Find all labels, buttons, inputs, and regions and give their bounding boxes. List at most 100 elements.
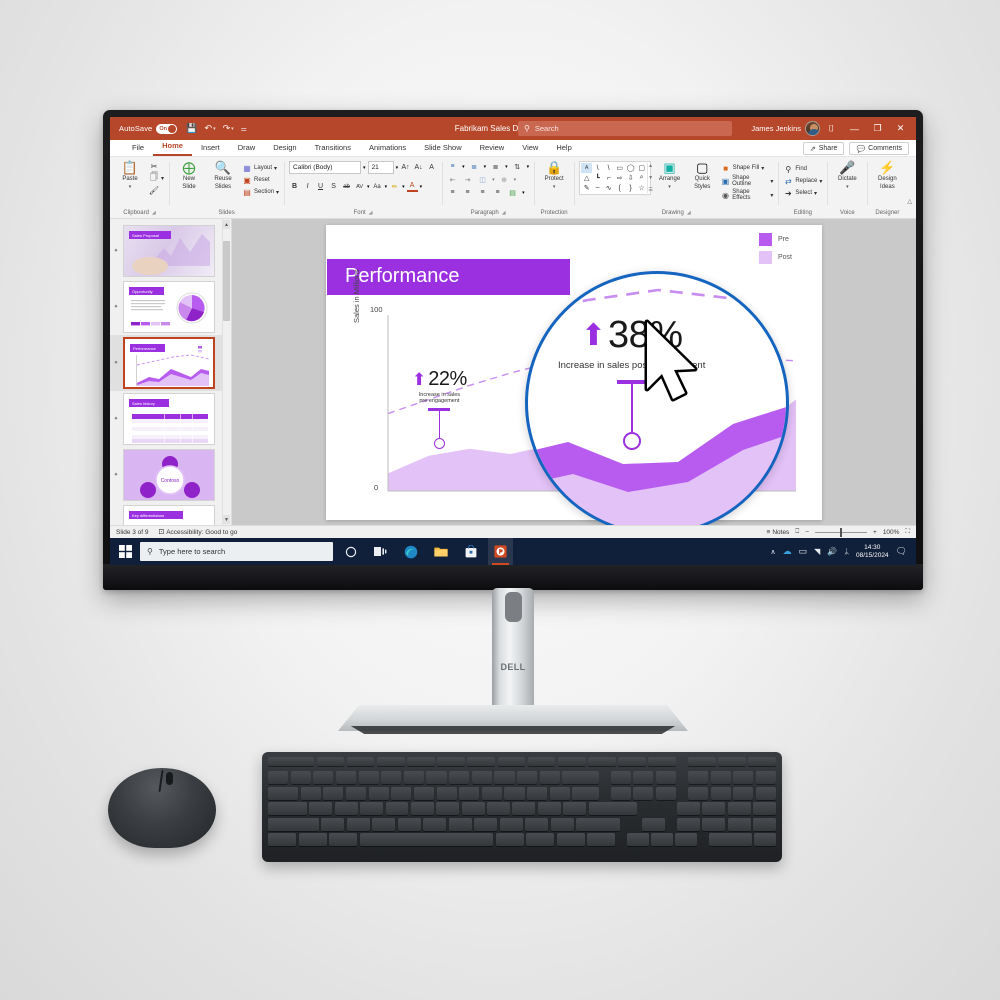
tab-view[interactable]: View bbox=[513, 142, 547, 156]
search-input[interactable]: ⚲ Search bbox=[518, 121, 732, 136]
reuse-slides-button[interactable]: 🔍 Reuse Slides bbox=[208, 161, 238, 191]
change-case-caret[interactable]: ▾ bbox=[385, 184, 388, 190]
keyboard-key[interactable] bbox=[495, 833, 524, 846]
paragraph-dialog-launcher[interactable]: ◢ bbox=[502, 210, 506, 216]
columns-icon[interactable]: ◫ bbox=[477, 174, 488, 185]
convert-to-smartart-icon[interactable]: ▤ bbox=[507, 187, 518, 198]
tab-home[interactable]: Home bbox=[153, 140, 192, 156]
keyboard-key[interactable] bbox=[755, 771, 777, 784]
keyboard-key[interactable] bbox=[410, 802, 434, 815]
shape-gallery-item[interactable]: ⇨ bbox=[614, 173, 625, 183]
keyboard-key[interactable] bbox=[633, 786, 654, 800]
tab-help[interactable]: Help bbox=[547, 142, 580, 156]
keyboard-key[interactable] bbox=[494, 771, 515, 784]
keyboard-key[interactable] bbox=[298, 833, 327, 846]
dictate-button[interactable]: 🎤 Dictate ▾ bbox=[832, 161, 862, 191]
zoom-out-button[interactable]: − bbox=[805, 529, 809, 536]
keyboard-key[interactable] bbox=[539, 771, 560, 784]
keyboard-key[interactable] bbox=[588, 802, 637, 815]
keyboard-key[interactable] bbox=[268, 757, 315, 766]
close-button[interactable]: ✕ bbox=[889, 117, 912, 140]
tab-file[interactable]: File bbox=[123, 142, 153, 156]
keyboard-key[interactable] bbox=[268, 771, 289, 784]
paste-caret[interactable]: ▾ bbox=[129, 184, 132, 190]
keyboard-key[interactable] bbox=[471, 771, 492, 784]
text-shadow-button[interactable]: S bbox=[328, 181, 339, 192]
layout-button[interactable]: ▦ Layout ▾ bbox=[242, 163, 279, 173]
keyboard-key[interactable] bbox=[688, 771, 709, 784]
keyboard-key[interactable] bbox=[372, 817, 396, 831]
keyboard-key[interactable] bbox=[459, 786, 480, 800]
powerpoint-icon[interactable] bbox=[488, 538, 513, 565]
keyboard-key[interactable] bbox=[481, 786, 502, 800]
change-case-button[interactable]: Aa bbox=[372, 181, 383, 192]
keyboard-key[interactable] bbox=[345, 786, 367, 800]
font-size-input[interactable]: 21 bbox=[367, 161, 394, 174]
shapes-gallery[interactable]: A \ \ ▭ ◯ ▢ △ ┗ ⌐ ⇨ ⇩ ⌕ ✎ ⌢ ∿{} ☆ ▲ ▼ ☰ bbox=[579, 161, 653, 195]
shape-gallery-item[interactable]: \ bbox=[592, 163, 603, 173]
customize-qat-icon[interactable]: ⚌ bbox=[241, 125, 247, 133]
keyboard-key[interactable] bbox=[397, 817, 421, 831]
font-color-caret[interactable]: ▾ bbox=[420, 184, 423, 190]
keyboard-key[interactable] bbox=[385, 802, 409, 815]
slide-thumbnail-3[interactable]: ✷ Performance bbox=[110, 335, 231, 391]
align-text-icon[interactable]: ⊕ bbox=[499, 174, 510, 185]
action-center-icon[interactable]: 🗨 bbox=[896, 546, 907, 557]
keyboard-key[interactable] bbox=[334, 802, 358, 815]
decrease-indent-icon[interactable]: ⇤ bbox=[447, 174, 458, 185]
edge-icon[interactable] bbox=[398, 538, 423, 565]
scroll-down-icon[interactable]: ▼ bbox=[223, 515, 230, 524]
keyboard-key[interactable] bbox=[504, 786, 525, 800]
keyboard-key[interactable] bbox=[675, 833, 697, 846]
slide-thumbnail-4[interactable]: ✷ Sales history bbox=[110, 391, 231, 447]
taskbar-search-input[interactable]: ⚲ Type here to search bbox=[140, 542, 333, 561]
font-name-caret[interactable]: ▾ bbox=[363, 165, 366, 171]
keyboard-key[interactable] bbox=[329, 833, 358, 846]
shape-gallery-item[interactable]: ┗ bbox=[592, 173, 603, 183]
keyboard-key[interactable] bbox=[550, 817, 574, 831]
shape-fill-button[interactable]: ■ Shape Fill ▾ bbox=[721, 163, 774, 173]
keyboard-key[interactable] bbox=[461, 802, 485, 815]
increase-font-size-button[interactable]: A↑ bbox=[400, 162, 411, 173]
keyboard-key[interactable] bbox=[753, 802, 777, 815]
align-left-icon[interactable]: ≡ bbox=[447, 187, 458, 198]
shape-gallery-item[interactable]: ⌕ bbox=[636, 173, 647, 183]
shape-gallery-item[interactable]: ▭ bbox=[614, 163, 625, 173]
align-center-icon[interactable]: ≡ bbox=[462, 187, 473, 198]
keyboard[interactable] bbox=[262, 752, 782, 862]
shapes-gallery-scroll[interactable]: ▲ ▼ ☰ bbox=[647, 163, 653, 193]
keyboard-key[interactable] bbox=[413, 786, 435, 800]
text-direction-icon[interactable]: ⇅ bbox=[512, 161, 523, 172]
keyboard-key[interactable] bbox=[368, 786, 389, 800]
shape-gallery-item[interactable]: { bbox=[614, 183, 625, 193]
tab-animations[interactable]: Animations bbox=[360, 142, 415, 156]
keyboard-key[interactable] bbox=[426, 771, 447, 784]
select-button[interactable]: ➜ Select ▾ bbox=[783, 188, 822, 198]
keyboard-key[interactable] bbox=[748, 757, 776, 766]
zoom-slider-knob[interactable] bbox=[840, 527, 843, 537]
zoom-level[interactable]: 100% bbox=[883, 529, 900, 536]
tab-slide-show[interactable]: Slide Show bbox=[415, 142, 471, 156]
increase-indent-icon[interactable]: ⇥ bbox=[462, 174, 473, 185]
arrange-button[interactable]: ▣ Arrange ▾ bbox=[655, 161, 684, 191]
volume-icon[interactable]: 🔊 bbox=[827, 547, 837, 556]
strikethrough-button[interactable]: ab bbox=[341, 181, 352, 192]
keyboard-key[interactable] bbox=[627, 833, 649, 846]
keyboard-key[interactable] bbox=[313, 771, 334, 784]
collapse-ribbon-icon[interactable]: △ bbox=[907, 198, 912, 205]
windows-start-icon[interactable] bbox=[115, 538, 135, 565]
font-size-caret[interactable]: ▾ bbox=[396, 165, 399, 171]
keyboard-key[interactable] bbox=[527, 786, 548, 800]
keyboard-key[interactable] bbox=[512, 802, 536, 815]
keyboard-key[interactable] bbox=[710, 771, 731, 784]
keyboard-key[interactable] bbox=[376, 757, 405, 766]
autosave-toggle[interactable]: AutoSave On bbox=[119, 123, 178, 134]
keyboard-key[interactable] bbox=[633, 771, 654, 784]
keyboard-key[interactable] bbox=[474, 817, 498, 831]
keyboard-key[interactable] bbox=[755, 786, 777, 800]
character-spacing-button[interactable]: AV bbox=[354, 181, 365, 192]
keyboard-key[interactable] bbox=[708, 833, 752, 846]
keyboard-key[interactable] bbox=[403, 771, 424, 784]
keyboard-key[interactable] bbox=[358, 771, 379, 784]
font-color-button[interactable]: A bbox=[406, 181, 418, 192]
